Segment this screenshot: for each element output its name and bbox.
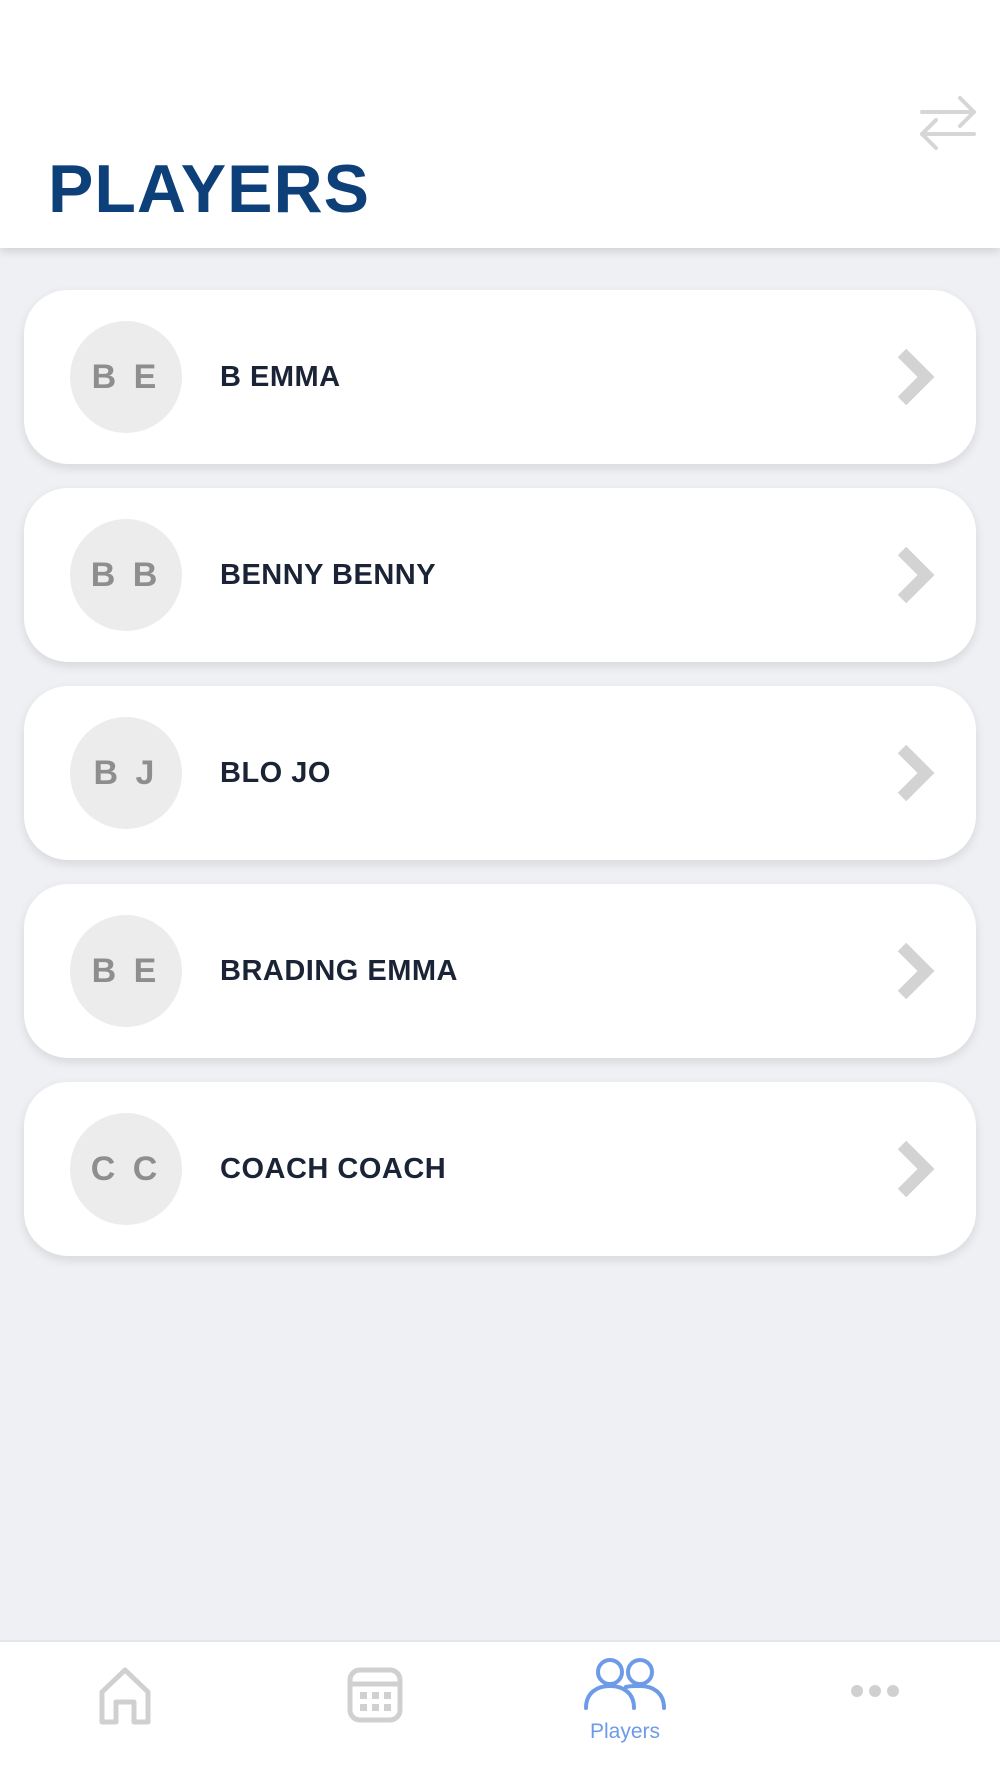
players-icon xyxy=(584,1658,666,1710)
player-name: COACH COACH xyxy=(220,1152,447,1185)
chevron-right-icon xyxy=(897,546,935,604)
player-row[interactable]: B E B EMMA xyxy=(24,290,976,464)
player-row[interactable]: C C COACH COACH xyxy=(24,1082,976,1256)
player-row[interactable]: B E BRADING EMMA xyxy=(24,884,976,1058)
avatar: B E xyxy=(70,321,182,433)
calendar-icon xyxy=(347,1667,403,1723)
page-title: PLAYERS xyxy=(48,151,370,227)
nav-players-label: Players xyxy=(589,1720,661,1743)
home-icon xyxy=(99,1667,151,1725)
player-name: BENNY BENNY xyxy=(220,558,437,591)
more-icon xyxy=(851,1685,899,1697)
chevron-right-icon xyxy=(897,942,935,1000)
player-name: B EMMA xyxy=(220,360,341,393)
player-name: BLO JO xyxy=(220,756,331,789)
avatar: B J xyxy=(70,717,182,829)
avatar: B E xyxy=(70,915,182,1027)
app-screen: PLAYERS B E B EMMA B B BENNY BENNY B J B… xyxy=(0,0,1000,1778)
nav-players[interactable]: Players xyxy=(500,1642,750,1778)
chevron-right-icon xyxy=(897,1140,935,1198)
chevron-right-icon xyxy=(897,348,935,406)
nav-home[interactable] xyxy=(0,1642,250,1778)
header: PLAYERS xyxy=(0,0,1000,248)
players-list: B E B EMMA B B BENNY BENNY B J BLO JO B … xyxy=(24,290,976,1280)
player-row[interactable]: B J BLO JO xyxy=(24,686,976,860)
nav-calendar[interactable] xyxy=(250,1642,500,1778)
chevron-right-icon xyxy=(897,744,935,802)
swap-arrows-icon[interactable] xyxy=(916,90,980,154)
player-row[interactable]: B B BENNY BENNY xyxy=(24,488,976,662)
bottom-nav: Players xyxy=(0,1640,1000,1778)
player-name: BRADING EMMA xyxy=(220,954,458,987)
nav-more[interactable] xyxy=(750,1642,1000,1778)
avatar: C C xyxy=(70,1113,182,1225)
avatar: B B xyxy=(70,519,182,631)
